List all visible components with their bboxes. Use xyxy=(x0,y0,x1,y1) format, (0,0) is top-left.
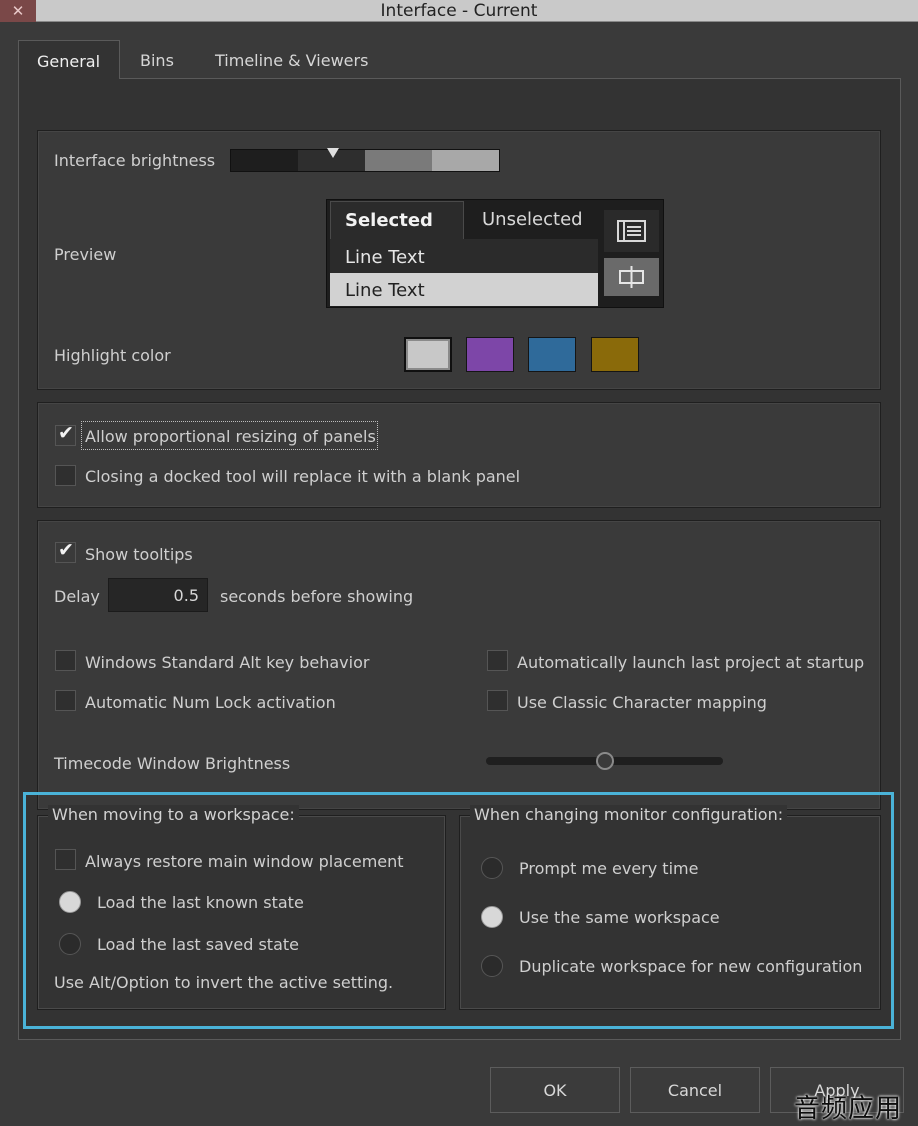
list-view-icon[interactable] xyxy=(604,210,659,252)
highlight-color-label: Highlight color xyxy=(54,346,171,365)
num-lock-checkbox[interactable] xyxy=(55,690,76,711)
auto-launch-checkbox[interactable] xyxy=(487,650,508,671)
highlight-frame xyxy=(23,792,894,1029)
preview-tab-unselected: Unselected xyxy=(465,201,599,237)
highlight-swatch-gold[interactable] xyxy=(591,337,639,372)
closing-docked-checkbox[interactable] xyxy=(55,465,76,486)
tc-brightness-thumb[interactable] xyxy=(595,752,614,770)
preview-tab-selected: Selected xyxy=(330,201,464,239)
preview-label: Preview xyxy=(54,245,117,264)
show-tooltips-checkbox[interactable]: ✔ xyxy=(55,539,76,563)
window-title: Interface - Current xyxy=(380,1,538,21)
tab-general[interactable]: General xyxy=(18,40,120,79)
auto-launch-label[interactable]: Automatically launch last project at sta… xyxy=(517,653,864,672)
split-view-icon-glyph xyxy=(619,266,644,288)
brightness-step-4 xyxy=(432,150,499,171)
checkmark-icon: ✔ xyxy=(58,539,74,561)
allow-resizing-label[interactable]: Allow proportional resizing of panels xyxy=(85,427,376,446)
cancel-button[interactable]: Cancel xyxy=(630,1067,760,1113)
close-icon[interactable]: ✕ xyxy=(0,0,36,22)
classic-char-label[interactable]: Use Classic Character mapping xyxy=(517,693,767,712)
windows-alt-label[interactable]: Windows Standard Alt key behavior xyxy=(85,653,369,672)
list-view-icon-glyph xyxy=(617,220,646,242)
preview-row-selected: Line Text xyxy=(330,273,598,306)
brightness-slider[interactable] xyxy=(230,149,500,172)
panels-group xyxy=(37,402,881,508)
preview-row: Line Text xyxy=(330,239,598,273)
split-view-icon[interactable] xyxy=(604,258,659,296)
highlight-swatch-gray[interactable] xyxy=(404,337,452,372)
allow-resizing-checkbox[interactable]: ✔ xyxy=(55,422,76,446)
closing-docked-label[interactable]: Closing a docked tool will replace it wi… xyxy=(85,467,520,486)
show-tooltips-label[interactable]: Show tooltips xyxy=(85,545,193,564)
brightness-step-3 xyxy=(365,150,432,171)
ok-button[interactable]: OK xyxy=(490,1067,620,1113)
delay-input[interactable]: 0.5 xyxy=(108,578,208,612)
highlight-swatch-purple[interactable] xyxy=(466,337,514,372)
delay-suffix: seconds before showing xyxy=(220,587,414,606)
checkmark-icon: ✔ xyxy=(58,422,74,444)
delay-label: Delay xyxy=(54,587,100,606)
tab-timeline-viewers[interactable]: Timeline & Viewers xyxy=(197,40,386,79)
brightness-label: Interface brightness xyxy=(54,151,216,170)
watermark: 音频应用 xyxy=(794,1094,903,1124)
tc-brightness-label: Timecode Window Brightness xyxy=(54,754,291,773)
brightness-step-1 xyxy=(231,150,298,171)
brightness-marker-icon[interactable] xyxy=(326,148,339,158)
classic-char-checkbox[interactable] xyxy=(487,690,508,711)
windows-alt-checkbox[interactable] xyxy=(55,650,76,671)
tab-bins[interactable]: Bins xyxy=(122,40,192,79)
highlight-swatch-blue[interactable] xyxy=(528,337,576,372)
num-lock-label[interactable]: Automatic Num Lock activation xyxy=(85,693,336,712)
